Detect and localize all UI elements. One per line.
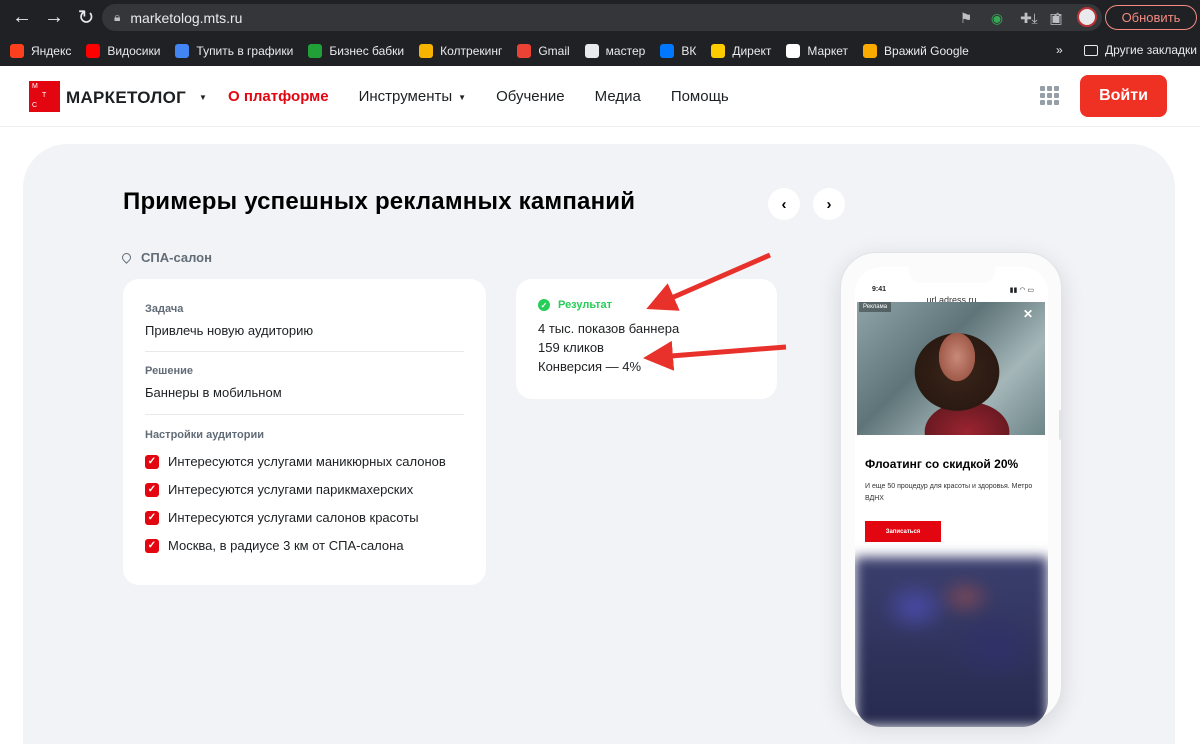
annotation-arrows [643, 252, 787, 371]
annotation-arrow [643, 340, 787, 371]
annotation-arrow [646, 252, 771, 311]
